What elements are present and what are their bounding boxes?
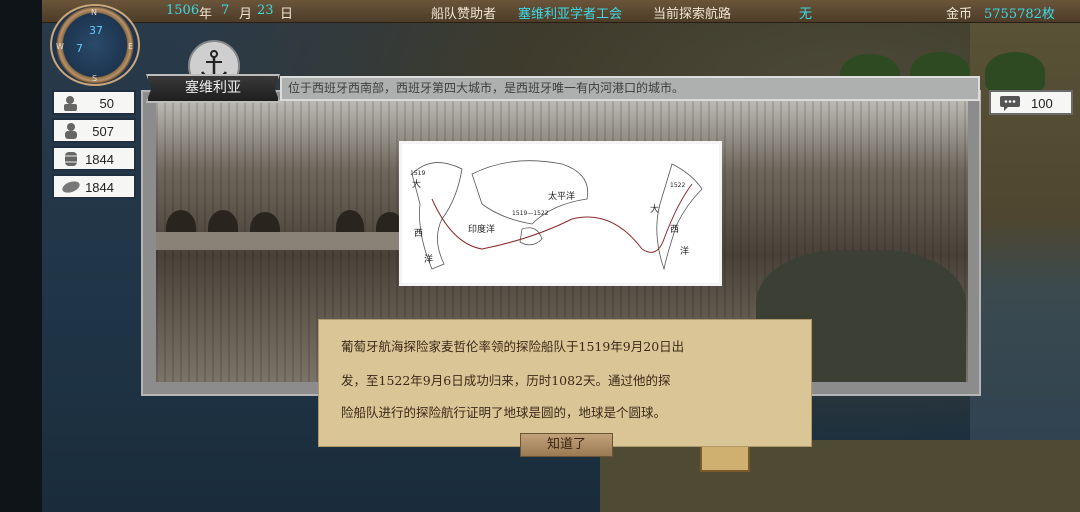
stat-food[interactable]: 1844 bbox=[52, 174, 136, 199]
compass-minimap[interactable]: N E S W 37 7 bbox=[50, 4, 140, 86]
route-label: 当前探索航路 bbox=[653, 7, 732, 22]
map-label: 洋 bbox=[680, 247, 690, 257]
world-map-illustration bbox=[411, 160, 703, 271]
map-label: 大 bbox=[650, 205, 660, 215]
gold-label: 金币 bbox=[946, 7, 973, 22]
map-label: 西 bbox=[670, 225, 680, 235]
map-label: 印度洋 bbox=[468, 225, 496, 235]
map-label: 1522 bbox=[670, 182, 686, 189]
stat-value: 1844 bbox=[85, 152, 114, 167]
date-month-unit: 月 bbox=[239, 7, 253, 22]
compass-s: S bbox=[92, 74, 98, 83]
date-year-unit: 年 bbox=[199, 7, 213, 22]
dialog-line-3: 险船队进行的探险航行证明了地球是圆的，地球是个圆球。 bbox=[341, 405, 667, 420]
ok-button[interactable]: 知道了 bbox=[520, 433, 613, 457]
coordinate-left: 7 bbox=[76, 42, 83, 55]
map-label: 太平洋 bbox=[548, 192, 576, 202]
city-description: 位于西班牙西南部，西班牙第四大城市，是西班牙唯一有内河港口的城市。 bbox=[280, 76, 980, 101]
date-month: 7 bbox=[221, 3, 230, 18]
date-year: 1506 bbox=[166, 3, 200, 18]
map-label: 西 bbox=[414, 229, 424, 239]
food-icon bbox=[62, 181, 80, 193]
stat-crew[interactable]: 507 bbox=[52, 118, 136, 143]
dialog-line-2: 发，至1522年9月6日成功归来，历时1082天。通过他的探 bbox=[341, 373, 671, 388]
barrel-icon bbox=[65, 152, 77, 166]
dialog-line-1: 葡萄牙航海探险家麦哲伦率领的探险船队于1519年9月20日出 bbox=[341, 339, 685, 354]
messages-count: 100 bbox=[1031, 96, 1053, 111]
date-day: 23 bbox=[257, 3, 274, 18]
messages-button[interactable]: 100 bbox=[989, 90, 1073, 115]
stat-value: 507 bbox=[92, 124, 114, 139]
stat-sailors[interactable]: 50 bbox=[52, 90, 136, 115]
city-name-plate: 塞维利亚 bbox=[146, 74, 280, 103]
map-label: 洋 bbox=[424, 255, 434, 265]
chat-icon bbox=[1000, 96, 1020, 111]
sailor-icon bbox=[64, 96, 77, 111]
compass-e: E bbox=[128, 42, 134, 51]
tree-decoration bbox=[985, 52, 1045, 92]
info-dialog: 葡萄牙航海探险家麦哲伦率领的探险船队于1519年9月20日出 发，至1522年9… bbox=[318, 319, 812, 447]
sponsor-label: 船队赞助者 bbox=[431, 7, 497, 22]
date-day-unit: 日 bbox=[280, 7, 294, 22]
compass-n: N bbox=[91, 8, 97, 17]
treasure-chest-icon[interactable] bbox=[700, 444, 750, 472]
map-label: 1519—1522 bbox=[512, 210, 549, 217]
crew-icon bbox=[65, 123, 77, 139]
map-label: 大 bbox=[412, 180, 422, 190]
magellan-route-map: 大 西 洋 太平洋 印度洋 大 西 洋 1519 1522 1519—1522 bbox=[399, 141, 722, 286]
compass-w: W bbox=[56, 42, 64, 51]
top-status-bar: 1506 年 7 月 23 日 船队赞助者 塞维利亚学者工会 当前探索航路 无 … bbox=[42, 0, 1080, 23]
route-value: 无 bbox=[799, 7, 813, 22]
stat-value: 1844 bbox=[85, 180, 114, 195]
coordinate-top: 37 bbox=[89, 24, 103, 37]
stat-value: 50 bbox=[99, 96, 114, 111]
land-terrain-bottom bbox=[600, 440, 1080, 512]
gold-value: 5755782枚 bbox=[984, 7, 1055, 22]
sponsor-value: 塞维利亚学者工会 bbox=[518, 7, 623, 22]
stat-supplies[interactable]: 1844 bbox=[52, 146, 136, 171]
map-label: 1519 bbox=[410, 170, 426, 177]
